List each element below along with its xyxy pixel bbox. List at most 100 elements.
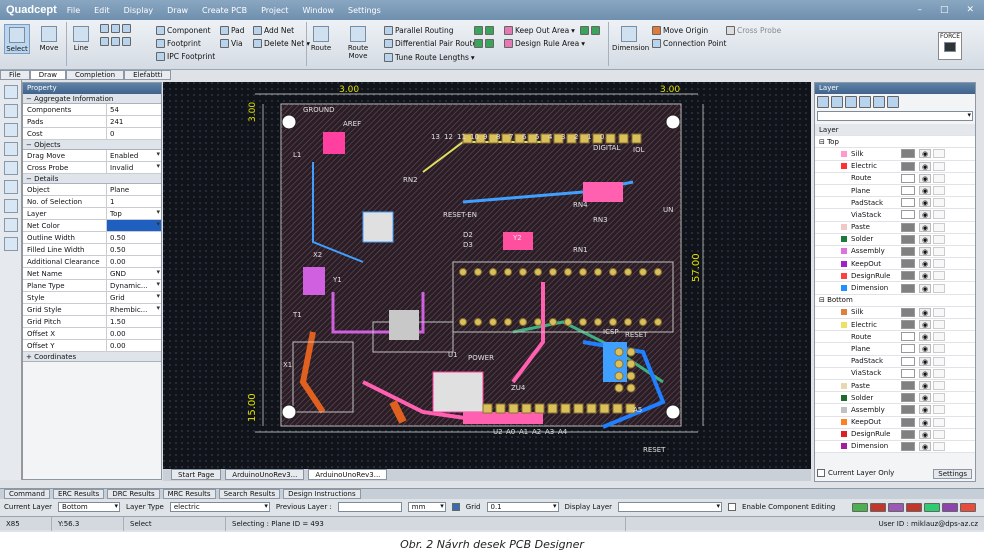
eye-icon[interactable]: ◉ xyxy=(919,441,931,451)
current-layer-only[interactable]: Current Layer Only xyxy=(817,469,894,477)
layer-swatch[interactable] xyxy=(901,186,915,196)
opt-btn-4-icon[interactable] xyxy=(906,502,922,512)
design-rule-area-button[interactable]: Design Rule Area ▾ xyxy=(504,39,585,48)
layer-swatch[interactable] xyxy=(901,344,915,354)
lock-icon[interactable] xyxy=(933,368,945,378)
bottom-tab-search-results[interactable]: Search Results xyxy=(218,489,281,499)
opt-btn-7-icon[interactable] xyxy=(960,502,976,512)
document-tab[interactable]: ArduinoUnoRev3... xyxy=(225,469,305,480)
details-section[interactable]: − Details xyxy=(23,174,161,184)
grid-icon[interactable] xyxy=(4,237,18,251)
lock-icon[interactable] xyxy=(933,356,945,366)
lock-icon[interactable] xyxy=(933,161,945,171)
image-icon[interactable] xyxy=(122,37,131,46)
layer-row-plane[interactable]: Plane ◉ xyxy=(815,343,975,356)
layer-row-viastack[interactable]: ViaStack ◉ xyxy=(815,209,975,222)
layer-row-assembly[interactable]: Assembly ◉ xyxy=(815,404,975,417)
pcb-canvas[interactable]: 3.00 3.00 3.00 57.00 15.00 GROUND AREF 13 1… xyxy=(163,82,811,469)
close-icon[interactable]: ✕ xyxy=(966,5,974,15)
layer-row-padstack[interactable]: PadStack ◉ xyxy=(815,355,975,368)
property-value[interactable] xyxy=(107,220,161,231)
lock-icon[interactable] xyxy=(933,405,945,415)
layer-row-route[interactable]: Route ◉ xyxy=(815,172,975,185)
layer-row-dimension[interactable]: Dimension ◉ xyxy=(815,440,975,454)
layer-row-designrule[interactable]: DesignRule ◉ xyxy=(815,428,975,441)
bottom-tab-erc-results[interactable]: ERC Results xyxy=(52,489,105,499)
ipc-footprint-button[interactable]: IPC Footprint xyxy=(156,52,215,61)
lock-icon[interactable] xyxy=(933,381,945,391)
grid-select[interactable]: 0.1 xyxy=(486,502,559,512)
opt-btn-5-icon[interactable] xyxy=(924,502,940,512)
eye-icon[interactable]: ◉ xyxy=(919,149,931,159)
property-value[interactable]: GND xyxy=(107,268,161,279)
layer-swatch[interactable] xyxy=(901,161,915,171)
bottom-tab-design-instructions[interactable]: Design Instructions xyxy=(283,489,361,499)
eye-icon[interactable]: ◉ xyxy=(919,417,931,427)
opt-btn-6-icon[interactable] xyxy=(942,502,958,512)
save-icon[interactable] xyxy=(4,142,18,156)
circle-icon[interactable] xyxy=(100,24,109,33)
layer-swatch[interactable] xyxy=(901,246,915,256)
lock-icon[interactable] xyxy=(933,271,945,281)
line-button[interactable]: Line xyxy=(68,24,94,52)
layer-row-silk[interactable]: Silk ◉ xyxy=(815,306,975,319)
document-tab[interactable]: Start Page xyxy=(171,469,222,480)
lock-icon[interactable] xyxy=(933,198,945,208)
layer-row-designrule[interactable]: DesignRule ◉ xyxy=(815,270,975,283)
eye-icon[interactable]: ◉ xyxy=(919,429,931,439)
layer-row-keepout[interactable]: KeepOut ◉ xyxy=(815,416,975,429)
layer-row-viastack[interactable]: ViaStack ◉ xyxy=(815,367,975,380)
menu-item-display[interactable]: Display xyxy=(124,6,154,15)
opt-btn-2-icon[interactable] xyxy=(870,502,886,512)
layer-swatch[interactable] xyxy=(901,307,915,317)
eye-icon[interactable]: ◉ xyxy=(919,381,931,391)
layer-swatch[interactable] xyxy=(901,234,915,244)
connection-point-button[interactable]: Connection Point xyxy=(652,39,726,48)
lock-icon[interactable] xyxy=(933,429,945,439)
layer-tool-4-icon[interactable] xyxy=(859,96,871,108)
route-move-button[interactable]: Route Move xyxy=(338,24,378,60)
layer-row-paste[interactable]: Paste ◉ xyxy=(815,379,975,393)
display-layer-select[interactable] xyxy=(618,502,723,512)
grid-checkbox[interactable] xyxy=(451,503,460,511)
property-value[interactable]: Grid xyxy=(107,292,161,303)
dimension-button[interactable]: Dimension xyxy=(612,24,649,52)
pad-button[interactable]: Pad xyxy=(220,26,245,35)
layer-swatch[interactable] xyxy=(901,149,915,159)
property-value[interactable]: Rhembic... xyxy=(107,304,161,315)
objects-section[interactable]: − Objects xyxy=(23,140,161,150)
fill-icon[interactable] xyxy=(474,26,483,35)
lock-icon[interactable] xyxy=(933,417,945,427)
eye-icon[interactable]: ◉ xyxy=(919,161,931,171)
zoom-out-icon[interactable] xyxy=(4,199,18,213)
lock-icon[interactable] xyxy=(933,234,945,244)
eye-icon[interactable]: ◉ xyxy=(919,393,931,403)
lock-icon[interactable] xyxy=(933,441,945,451)
layer-row-dimension[interactable]: Dimension ◉ xyxy=(815,282,975,295)
eye-icon[interactable]: ◉ xyxy=(919,405,931,415)
property-value[interactable]: Top xyxy=(107,208,161,219)
differential-pair-button[interactable]: Differential Pair Routes xyxy=(384,39,481,48)
layer-row-keepout[interactable]: KeepOut ◉ xyxy=(815,258,975,271)
eye-icon[interactable]: ◉ xyxy=(919,283,931,293)
layer-swatch[interactable] xyxy=(901,356,915,366)
zoom-in-icon[interactable] xyxy=(4,180,18,194)
settings-icon[interactable] xyxy=(4,218,18,232)
layer-swatch[interactable] xyxy=(901,283,915,293)
force-button[interactable]: FORCE xyxy=(938,32,962,60)
lock-icon[interactable] xyxy=(933,307,945,317)
route-button[interactable]: Route xyxy=(308,24,334,52)
move-origin-button[interactable]: Move Origin xyxy=(652,26,708,35)
redo-icon[interactable] xyxy=(4,123,18,137)
layer-row-paste[interactable]: Paste ◉ xyxy=(815,221,975,234)
lock-icon[interactable] xyxy=(933,210,945,220)
layer-row-assembly[interactable]: Assembly ◉ xyxy=(815,245,975,259)
maximize-icon[interactable]: □ xyxy=(940,5,949,15)
document-tab[interactable]: ArduinoUnoRev3... xyxy=(308,469,388,480)
lock-icon[interactable] xyxy=(933,393,945,403)
ribbon-tab-completion[interactable]: Completion xyxy=(66,70,125,80)
menu-item-create-pcb[interactable]: Create PCB xyxy=(202,6,247,15)
layer-swatch[interactable] xyxy=(901,173,915,183)
layer-swatch[interactable] xyxy=(901,271,915,281)
property-value[interactable]: Enabled xyxy=(107,150,161,161)
